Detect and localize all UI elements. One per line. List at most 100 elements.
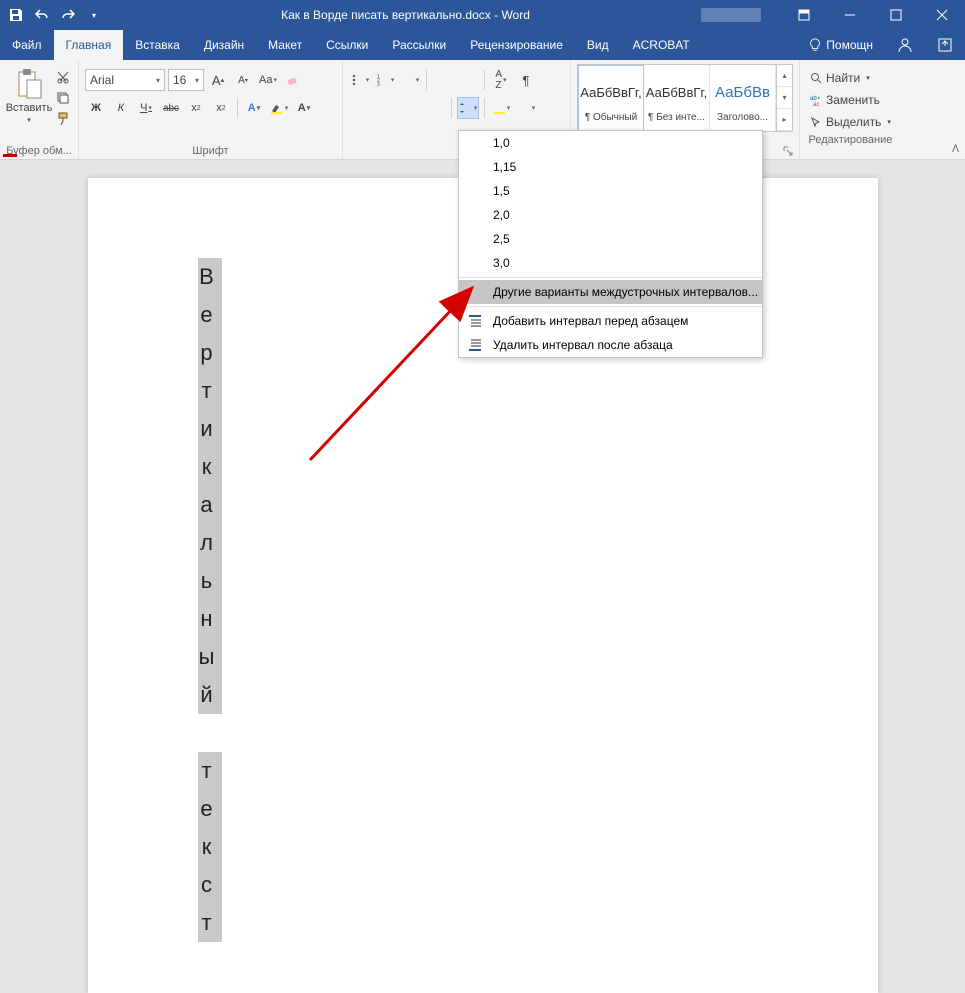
ribbon-options-icon[interactable]	[781, 0, 827, 30]
style-heading1[interactable]: АаБбВв Заголово...	[710, 65, 776, 131]
underline-button[interactable]: Ч	[135, 97, 157, 119]
replace-icon: abac	[810, 94, 822, 106]
account-area[interactable]	[701, 8, 761, 22]
select-icon	[810, 116, 822, 128]
group-font-label: Шрифт	[85, 143, 336, 157]
cut-icon[interactable]	[56, 70, 70, 87]
inc-indent-icon[interactable]	[457, 69, 479, 91]
shrink-font-icon[interactable]: A▾	[232, 69, 254, 91]
quick-access-toolbar: ▾	[0, 7, 110, 23]
tab-review[interactable]: Рецензирование	[458, 30, 575, 60]
tab-design[interactable]: Дизайн	[192, 30, 256, 60]
spacing-1-5[interactable]: 1,5	[459, 179, 762, 203]
spacing-2-0[interactable]: 2,0	[459, 203, 762, 227]
style-preview: АаБбВвГг,	[646, 74, 707, 112]
tab-insert[interactable]: Вставка	[123, 30, 192, 60]
spacing-1-15[interactable]: 1,15	[459, 155, 762, 179]
copy-icon[interactable]	[56, 91, 70, 108]
bullets-icon[interactable]	[349, 69, 371, 91]
dec-indent-icon[interactable]	[432, 69, 454, 91]
style-preview: АаБбВвГг,	[580, 74, 641, 112]
minimize-icon[interactable]	[827, 0, 873, 30]
italic-button[interactable]: К	[110, 97, 132, 119]
tab-view[interactable]: Вид	[575, 30, 621, 60]
maximize-icon[interactable]	[873, 0, 919, 30]
line-spacing-menu: 1,0 1,15 1,5 2,0 2,5 3,0 Другие варианты…	[458, 130, 763, 358]
grow-font-icon[interactable]: A▴	[207, 69, 229, 91]
window-controls	[781, 0, 965, 30]
multilevel-icon[interactable]	[399, 69, 421, 91]
styles-dialog-launcher[interactable]	[783, 146, 793, 156]
svg-text:ac: ac	[813, 102, 819, 106]
sort-icon[interactable]: AZ	[490, 69, 512, 91]
font-name-combo[interactable]: Arial▾	[85, 69, 165, 91]
remove-space-after[interactable]: Удалить интервал после абзаца	[459, 333, 762, 357]
tab-file[interactable]: Файл	[0, 30, 54, 60]
text-effects-icon[interactable]: A	[243, 97, 265, 119]
font-color-icon[interactable]: A	[293, 97, 315, 119]
collapse-ribbon-icon[interactable]: ᐱ	[952, 144, 959, 155]
tab-references[interactable]: Ссылки	[314, 30, 380, 60]
align-right-icon[interactable]	[399, 97, 421, 119]
share-icon[interactable]	[925, 37, 965, 53]
find-label: Найти	[826, 71, 860, 85]
lightbulb-icon	[808, 38, 822, 52]
format-painter-icon[interactable]	[56, 112, 70, 129]
align-center-icon[interactable]	[374, 97, 396, 119]
group-editing-label: Редактирование	[806, 132, 895, 146]
vertical-text[interactable]: Вертикальныйтекст	[198, 258, 768, 942]
bold-button[interactable]: Ж	[85, 97, 107, 119]
remove-space-after-label: Удалить интервал после абзаца	[493, 338, 673, 352]
replace-button[interactable]: abac Заменить	[810, 90, 891, 110]
font-size-combo[interactable]: 16▾	[168, 69, 204, 91]
line-spacing-button[interactable]	[457, 97, 479, 119]
style-normal[interactable]: АаБбВвГг, ¶ Обычный	[578, 65, 644, 131]
tab-home[interactable]: Главная	[54, 30, 124, 60]
find-button[interactable]: Найти▾	[810, 68, 891, 88]
tab-layout[interactable]: Макет	[256, 30, 314, 60]
borders-icon[interactable]	[515, 97, 537, 119]
add-space-before[interactable]: Добавить интервал перед абзацем	[459, 309, 762, 333]
save-icon[interactable]	[8, 7, 24, 23]
spacing-more-options[interactable]: Другие варианты междустрочных интервалов…	[459, 280, 762, 304]
subscript-icon[interactable]: x2	[185, 97, 207, 119]
paste-button[interactable]: Вставить ▾	[6, 64, 52, 124]
tab-acrobat[interactable]: ACROBAT	[621, 30, 702, 60]
ribbon-tabs: Файл Главная Вставка Дизайн Макет Ссылки…	[0, 30, 965, 60]
style-name: Заголово...	[717, 112, 768, 123]
document-title: Как в Ворде писать вертикально.docx - Wo…	[110, 8, 701, 22]
shading-icon[interactable]	[490, 97, 512, 119]
select-label: Выделить	[826, 115, 881, 129]
tell-me[interactable]: Помощн	[796, 38, 885, 52]
paste-label: Вставить	[6, 102, 53, 114]
pilcrow-icon[interactable]: ¶	[515, 69, 537, 91]
qat-customize-icon[interactable]: ▾	[86, 7, 102, 23]
select-button[interactable]: Выделить▾	[810, 112, 891, 132]
space-before-icon	[467, 313, 483, 329]
font-size-value: 16	[173, 73, 186, 87]
account-icon[interactable]	[885, 37, 925, 53]
align-left-icon[interactable]	[349, 97, 371, 119]
close-icon[interactable]	[919, 0, 965, 30]
space-after-icon	[467, 337, 483, 353]
numbering-icon[interactable]: 123	[374, 69, 396, 91]
group-font: Arial▾ 16▾ A▴ A▾ Aa Ж К Ч abc x2 x2 A A …	[79, 60, 343, 159]
undo-icon[interactable]	[34, 7, 50, 23]
spacing-2-5[interactable]: 2,5	[459, 227, 762, 251]
styles-scroll[interactable]: ▴▾▸	[776, 65, 792, 131]
style-gallery[interactable]: АаБбВвГг, ¶ Обычный АаБбВвГг, ¶ Без инте…	[577, 64, 793, 132]
style-name: ¶ Без инте...	[648, 112, 705, 123]
redo-icon[interactable]	[60, 7, 76, 23]
add-space-before-label: Добавить интервал перед абзацем	[493, 314, 688, 328]
spacing-3-0[interactable]: 3,0	[459, 251, 762, 275]
style-nospacing[interactable]: АаБбВвГг, ¶ Без инте...	[644, 65, 710, 131]
spacing-1-0[interactable]: 1,0	[459, 131, 762, 155]
justify-icon[interactable]	[424, 97, 446, 119]
change-case-icon[interactable]: Aa	[257, 69, 279, 91]
group-clipboard: Вставить ▾ Буфер обм...	[0, 60, 79, 159]
tab-mailings[interactable]: Рассылки	[380, 30, 458, 60]
highlight-icon[interactable]	[268, 97, 290, 119]
clear-format-icon[interactable]	[282, 69, 304, 91]
strike-button[interactable]: abc	[160, 97, 182, 119]
superscript-icon[interactable]: x2	[210, 97, 232, 119]
